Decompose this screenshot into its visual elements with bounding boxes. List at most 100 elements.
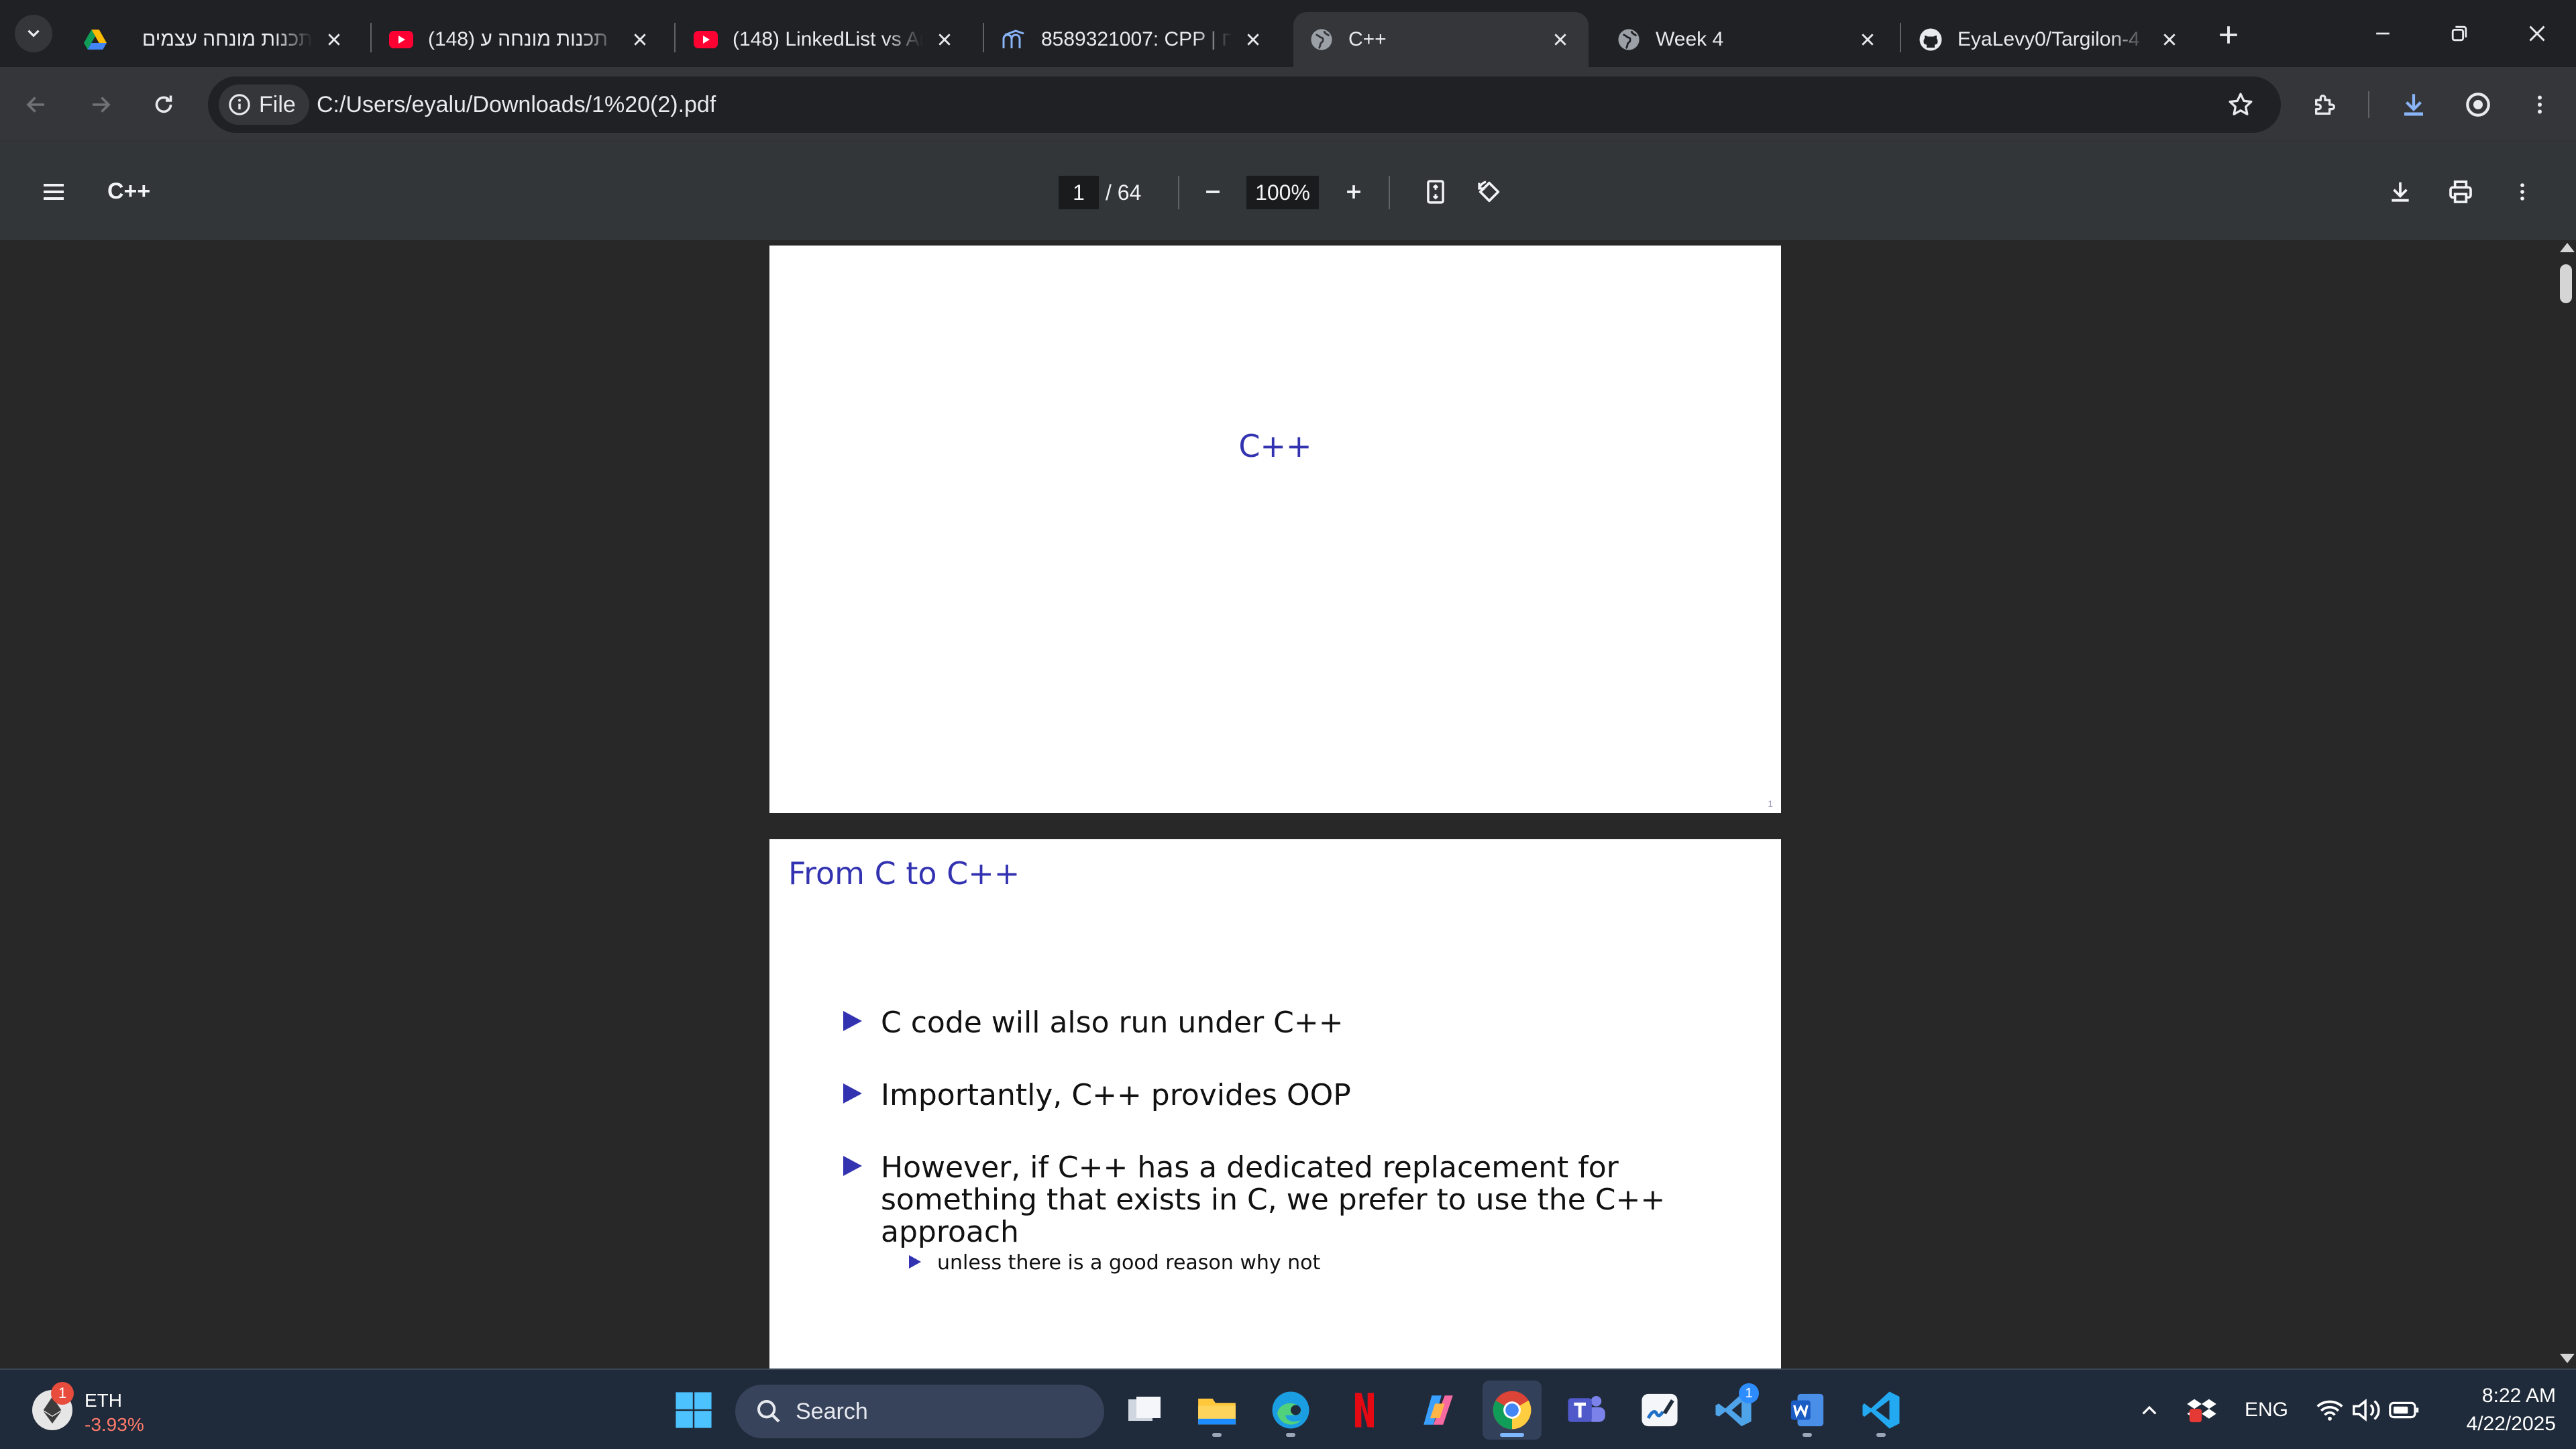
tab-youtube-linkedlist[interactable]: (148) LinkedList vs Ar — [678, 12, 973, 67]
scroll-up-icon[interactable] — [2560, 243, 2575, 252]
taskbar-search[interactable]: Search — [735, 1385, 1104, 1438]
close-icon[interactable] — [2157, 28, 2182, 52]
pdf-download-button[interactable] — [2380, 172, 2420, 212]
tab-moodle[interactable]: 8589321007: CPP | ח — [986, 12, 1281, 67]
visual-studio-button[interactable]: 1 — [1704, 1381, 1763, 1440]
rotate-button[interactable] — [1469, 172, 1509, 212]
fit-page-button[interactable] — [1415, 172, 1456, 212]
start-button[interactable] — [664, 1381, 723, 1440]
scrollbar[interactable] — [2556, 240, 2576, 1368]
tab-github[interactable]: EyaLevy0/Targilon-4 — [1902, 12, 2198, 67]
close-icon[interactable] — [1856, 28, 1880, 52]
fit-page-icon — [1427, 180, 1444, 204]
tab-title: Week 4 — [1656, 28, 1724, 50]
browser-menu-button[interactable] — [2520, 85, 2560, 125]
vscode-button[interactable] — [1851, 1381, 1911, 1440]
zoom-in-button[interactable] — [1334, 172, 1374, 212]
zoom-input[interactable]: 100% — [1246, 176, 1319, 209]
language-indicator[interactable]: ENG — [2245, 1370, 2288, 1449]
minimize-button[interactable] — [2363, 13, 2403, 54]
tab-strip: תכנות מונחה עצמים (148) תכנות מונחה ע (1… — [0, 0, 2576, 67]
tray-overflow-button[interactable] — [2131, 1390, 2168, 1430]
pdf-page-2: From C to C++ C code will also run under… — [769, 839, 1781, 1368]
running-indicator — [1876, 1433, 1886, 1437]
tab-search-button[interactable] — [15, 15, 52, 52]
bullet-triangle-icon — [843, 1083, 862, 1104]
page-number-input[interactable]: 1 — [1059, 176, 1099, 209]
site-chip-label: File — [259, 91, 296, 117]
toolbar-separator — [2368, 91, 2369, 118]
close-window-button[interactable] — [2517, 13, 2557, 54]
scroll-thumb[interactable] — [2560, 264, 2572, 303]
notification-badge: 1 — [51, 1382, 74, 1405]
wifi-icon — [2316, 1400, 2343, 1421]
close-icon[interactable] — [322, 28, 346, 52]
reload-button[interactable] — [144, 85, 184, 125]
info-icon — [229, 94, 250, 115]
running-indicator — [1212, 1433, 1222, 1437]
tab-google-drive[interactable]: תכנות מונחה עצמים — [67, 12, 362, 67]
close-icon[interactable] — [1241, 28, 1265, 52]
bullet-triangle-icon — [843, 1156, 862, 1176]
close-icon[interactable] — [1548, 28, 1572, 52]
tab-week-4[interactable]: Week 4 — [1601, 12, 1896, 67]
page-total: / 64 — [1106, 180, 1142, 205]
arrow-left-icon — [26, 97, 44, 113]
close-icon[interactable] — [628, 28, 652, 52]
extensions-button[interactable] — [2305, 85, 2345, 125]
globe-icon — [1617, 28, 1641, 52]
plus-icon — [1347, 185, 1360, 199]
netflix-button[interactable] — [1335, 1381, 1394, 1440]
tab-youtube-oop[interactable]: (148) תכנות מונחה ע — [373, 12, 668, 67]
scroll-down-icon[interactable] — [2560, 1354, 2575, 1363]
forward-button[interactable] — [80, 85, 121, 125]
sub-bullet-text: unless there is a good reason why not — [937, 1251, 1321, 1275]
pdf-page-1: C++ 1 — [769, 246, 1781, 813]
whiteboard-button[interactable] — [1630, 1381, 1689, 1440]
copilot-icon — [1424, 1395, 1453, 1425]
pdf-more-button[interactable] — [2502, 172, 2542, 212]
bookmark-button[interactable] — [2223, 87, 2258, 122]
volume-icon — [2353, 1398, 2380, 1422]
task-view-button[interactable] — [1115, 1381, 1174, 1440]
url-text[interactable]: C:/Users/eyalu/Downloads/1%20(2).pdf — [317, 76, 716, 133]
teams-button[interactable] — [1556, 1381, 1615, 1440]
sub-bullet-item: unless there is a good reason why not — [909, 1248, 1715, 1278]
back-button[interactable] — [16, 85, 56, 125]
print-button[interactable] — [2440, 172, 2481, 212]
tab-cpp-pdf[interactable]: C++ — [1293, 12, 1589, 67]
restore-button[interactable] — [2439, 13, 2479, 54]
task-view-icon — [1128, 1397, 1161, 1421]
word-button[interactable] — [1778, 1381, 1837, 1440]
quick-settings-button[interactable] — [2310, 1390, 2424, 1430]
crypto-widget[interactable]: 1 ETH -3.93% — [27, 1379, 201, 1441]
dropbox-tray-button[interactable] — [2182, 1390, 2222, 1430]
tab-title: (148) LinkedList vs Ar — [733, 28, 923, 50]
file-explorer-button[interactable] — [1187, 1381, 1246, 1440]
toolbar-separator — [1389, 176, 1390, 209]
bullet-item: Importantly, C++ provides OOP — [843, 1079, 1715, 1112]
tab-title: C++ — [1348, 28, 1387, 50]
clock-date: 4/22/2025 — [2466, 1413, 2556, 1435]
rotate-icon — [1478, 180, 1500, 203]
profile-button[interactable] — [2458, 85, 2498, 125]
close-icon[interactable] — [932, 28, 957, 52]
pdf-sidebar-toggle[interactable] — [34, 172, 74, 212]
youtube-icon — [694, 28, 718, 52]
youtube-icon — [389, 28, 413, 52]
new-tab-button[interactable] — [2212, 19, 2245, 51]
pdf-viewer[interactable]: C++ 1 From C to C++ C code will also run… — [0, 240, 2576, 1368]
address-bar[interactable]: File C:/Users/eyalu/Downloads/1%20(2).pd… — [208, 76, 2281, 133]
edge-button[interactable] — [1261, 1381, 1320, 1440]
copilot-button[interactable] — [1409, 1381, 1468, 1440]
search-placeholder: Search — [796, 1398, 868, 1424]
site-info-chip[interactable]: File — [219, 85, 309, 125]
downloads-button[interactable] — [2394, 85, 2434, 125]
globe-icon — [1309, 28, 1334, 52]
system-clock[interactable]: 8:22 AM 4/22/2025 — [2442, 1382, 2556, 1438]
chrome-button[interactable] — [1483, 1381, 1542, 1440]
plus-icon — [2220, 26, 2237, 44]
close-icon — [2529, 25, 2545, 42]
zoom-out-button[interactable] — [1193, 172, 1233, 212]
whiteboard-icon — [1642, 1393, 1678, 1427]
